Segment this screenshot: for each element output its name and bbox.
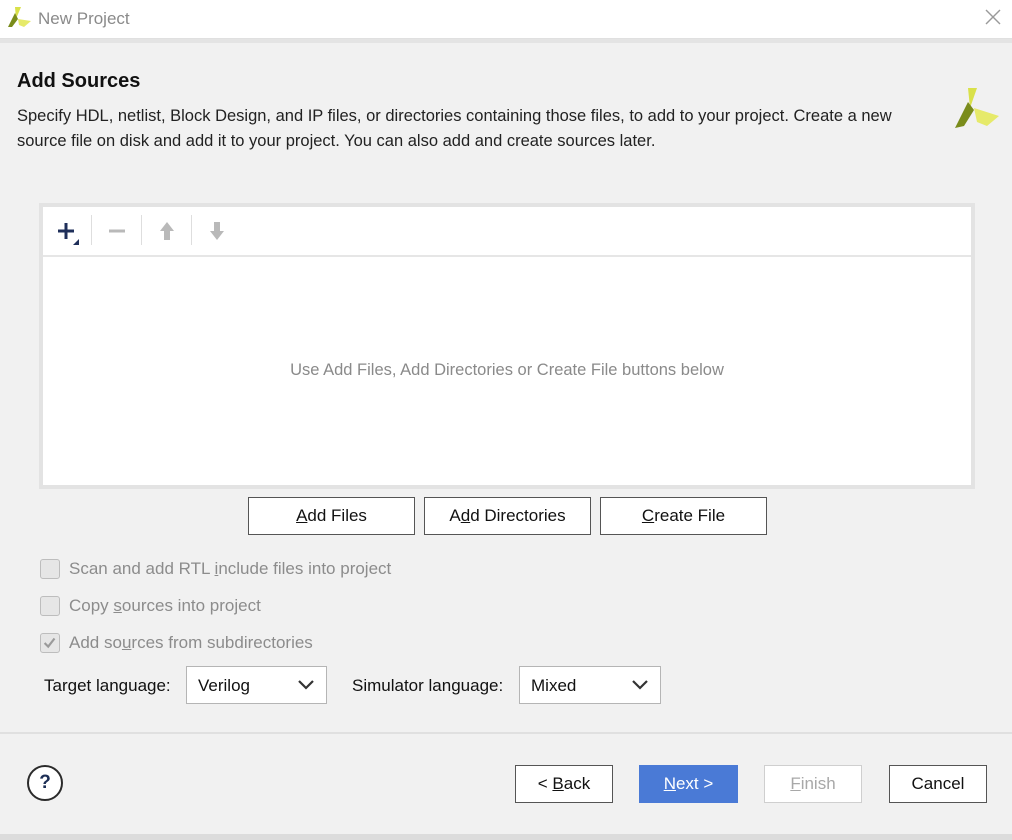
button-label: inish (800, 774, 836, 793)
mnemonic: N (663, 774, 676, 793)
create-file-button[interactable]: Create File (600, 497, 767, 535)
target-language-select[interactable]: Verilog (186, 666, 327, 704)
mnemonic: C (641, 506, 655, 525)
empty-list-message: Use Add Files, Add Directories or Create… (290, 361, 724, 379)
toolbar-separator (91, 215, 92, 245)
back-button[interactable]: < Back (515, 765, 613, 803)
arrow-down-icon[interactable] (199, 215, 235, 247)
next-button[interactable]: Next > (639, 765, 738, 803)
plus-icon[interactable] (49, 215, 85, 247)
simulator-language-select[interactable]: Mixed (519, 666, 661, 704)
footer-separator (0, 732, 1012, 734)
add-files-button[interactable]: Add Files (248, 497, 415, 535)
cancel-button[interactable]: Cancel (889, 765, 987, 803)
button-label: < (537, 774, 553, 793)
mnemonic: A (296, 506, 308, 525)
scan-rtl-checkbox[interactable] (40, 559, 60, 579)
add-subdirs-label: Add sources from subdirectories (69, 633, 313, 652)
scan-rtl-label: Scan and add RTL include files into proj… (69, 559, 392, 578)
button-label: d Directories (470, 506, 566, 525)
copy-sources-label: Copy sources into project (69, 596, 261, 615)
title-bar: New Project (0, 0, 1012, 39)
simulator-language-value: Mixed (531, 676, 577, 695)
window-bottom-edge (0, 834, 1012, 840)
sources-panel: Use Add Files, Add Directories or Create… (39, 203, 975, 489)
button-label: ext > (675, 774, 714, 793)
arrow-up-icon[interactable] (149, 215, 185, 247)
page-title: Add Sources (17, 70, 141, 92)
chevron-down-icon (632, 680, 648, 690)
button-label: dd Files (307, 506, 367, 525)
toolbar-separator (141, 215, 142, 245)
chevron-down-icon (298, 680, 314, 690)
button-label: ack (563, 774, 591, 793)
target-language-value: Verilog (198, 676, 250, 695)
add-directories-button[interactable]: Add Directories (424, 497, 591, 535)
simulator-language-label: Simulator language: (352, 676, 504, 695)
mnemonic: d (460, 506, 471, 525)
sources-list[interactable]: Use Add Files, Add Directories or Create… (43, 207, 971, 485)
button-label: reate File (654, 506, 726, 525)
checkmark-icon (43, 637, 56, 649)
toolbar-separator (191, 215, 192, 245)
close-icon[interactable] (984, 8, 1002, 26)
app-logo-icon (8, 7, 31, 27)
page-description: Specify HDL, netlist, Block Design, and … (17, 107, 892, 150)
button-label: A (449, 506, 461, 525)
help-button[interactable]: ? (27, 765, 63, 801)
header-separator (0, 39, 1012, 43)
target-language-label: Target language: (44, 676, 171, 695)
mnemonic: F (790, 774, 801, 793)
sources-toolbar (43, 207, 971, 257)
vendor-logo-icon (955, 88, 999, 128)
window-title: New Project (38, 9, 130, 28)
minus-icon[interactable] (99, 215, 135, 247)
finish-button[interactable]: Finish (764, 765, 862, 803)
copy-sources-checkbox[interactable] (40, 596, 60, 616)
mnemonic: B (552, 774, 564, 793)
add-subdirs-checkbox[interactable] (40, 633, 60, 653)
